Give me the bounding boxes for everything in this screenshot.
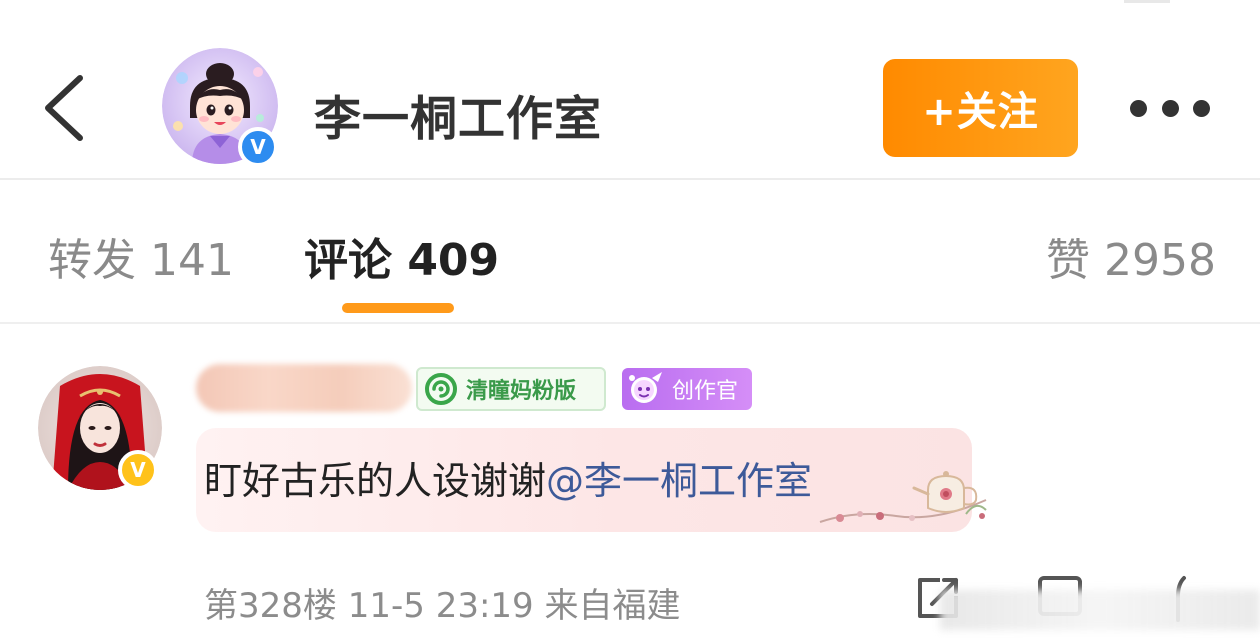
tab-repost[interactable]: 转发 141 (48, 224, 234, 288)
creator-badge-label: 创作官 (672, 379, 739, 404)
verified-badge: V (238, 127, 278, 167)
redacted-action-area (940, 590, 1260, 630)
back-button[interactable] (36, 70, 96, 146)
active-tab-indicator (342, 303, 454, 313)
more-dots-icon (1161, 99, 1179, 117)
comment-timestamp: 11-5 23:19 (347, 586, 534, 626)
floral-teapot-decoration (816, 470, 996, 534)
mention-link[interactable]: @李一桐工作室 (546, 459, 812, 503)
creator-mascot-icon (629, 372, 662, 403)
verified-v-icon: V (250, 135, 266, 159)
tab-likes[interactable]: 赞 2958 (1046, 224, 1216, 288)
comment-location: 来自福建 (544, 586, 681, 626)
fan-badge[interactable]: 清瞳妈粉版 (416, 367, 606, 411)
floor-number: 第328楼 (204, 586, 337, 626)
lollipop-icon (425, 373, 457, 405)
tab-comments[interactable]: 评论 409 (304, 224, 499, 288)
author-name[interactable]: 李一桐工作室 (314, 80, 602, 149)
status-bar-fragment (1124, 0, 1170, 3)
follow-button[interactable]: +关注 (883, 59, 1078, 157)
post-header: V 李一桐工作室 +关注 (0, 0, 1260, 180)
comment-meta: 第328楼 11-5 23:19 来自福建 (204, 578, 681, 627)
divider (0, 322, 1260, 324)
more-options-button[interactable] (1130, 94, 1210, 122)
fan-badge-label: 清瞳妈粉版 (466, 379, 577, 404)
commenter-name-redacted[interactable] (196, 364, 412, 412)
comment-text: 盯好古乐的人设谢谢 (204, 459, 547, 503)
creator-badge[interactable]: 创作官 (622, 368, 752, 410)
chevron-left-icon (45, 75, 83, 141)
comment-content: 盯好古乐的人设谢谢@李一桐工作室 (204, 450, 812, 505)
more-dots-icon (1130, 99, 1147, 117)
verified-v-icon: V (130, 458, 146, 482)
verified-badge: V (118, 450, 158, 490)
more-dots-icon (1193, 99, 1210, 117)
